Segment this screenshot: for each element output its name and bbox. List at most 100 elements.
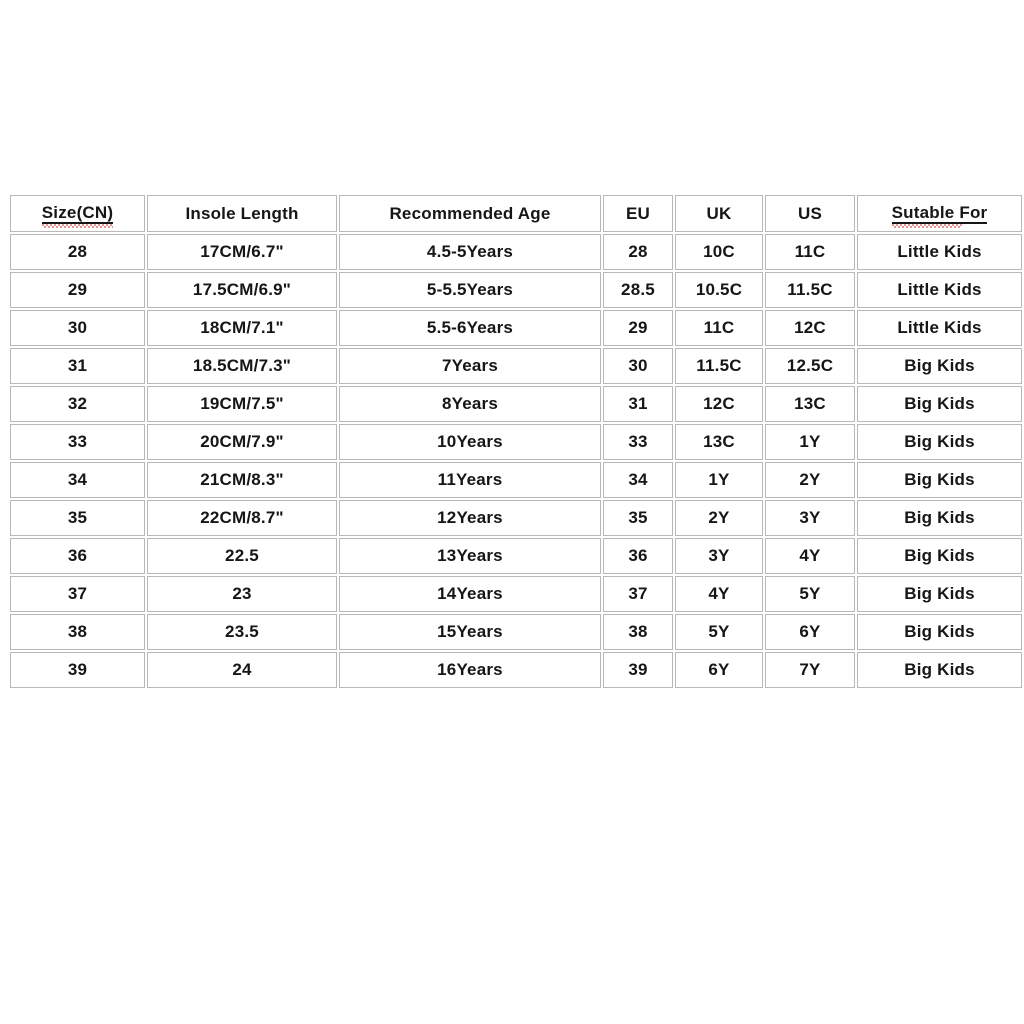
cell-suitable: Big Kids (857, 538, 1022, 574)
cell-insole: 18.5CM/7.3" (147, 348, 337, 384)
cell-eu: 33 (603, 424, 673, 460)
cell-insole: 23.5 (147, 614, 337, 650)
cell-size_cn: 33 (10, 424, 145, 460)
column-header-size_cn: Size(CN) (10, 195, 145, 232)
table-header: Size(CN) Insole Length Recommended Age EU UK… (10, 195, 1022, 232)
cell-insole: 20CM/7.9" (147, 424, 337, 460)
cell-uk: 3Y (675, 538, 763, 574)
cell-us: 12.5C (765, 348, 855, 384)
cell-us: 3Y (765, 500, 855, 536)
table-row: 39 24 16Years 39 6Y 7Y Big Kids (10, 652, 1022, 688)
column-header-insole: Insole Length (147, 195, 337, 232)
cell-size_cn: 28 (10, 234, 145, 270)
cell-eu: 38 (603, 614, 673, 650)
table-row: 38 23.5 15Years 38 5Y 6Y Big Kids (10, 614, 1022, 650)
cell-insole: 18CM/7.1" (147, 310, 337, 346)
cell-size_cn: 36 (10, 538, 145, 574)
column-header-eu: EU (603, 195, 673, 232)
cell-us: 2Y (765, 462, 855, 498)
table-row: 37 23 14Years 37 4Y 5Y Big Kids (10, 576, 1022, 612)
cell-size_cn: 34 (10, 462, 145, 498)
column-header-label: UK (706, 203, 732, 223)
cell-eu: 28 (603, 234, 673, 270)
cell-eu: 29 (603, 310, 673, 346)
cell-insole: 17CM/6.7" (147, 234, 337, 270)
cell-insole: 19CM/7.5" (147, 386, 337, 422)
cell-insole: 17.5CM/6.9" (147, 272, 337, 308)
cell-age: 4.5-5Years (339, 234, 601, 270)
cell-eu: 35 (603, 500, 673, 536)
cell-insole: 21CM/8.3" (147, 462, 337, 498)
cell-suitable: Big Kids (857, 614, 1022, 650)
cell-uk: 11C (675, 310, 763, 346)
cell-suitable: Big Kids (857, 576, 1022, 612)
cell-eu: 31 (603, 386, 673, 422)
cell-age: 10Years (339, 424, 601, 460)
cell-suitable: Little Kids (857, 234, 1022, 270)
column-header-uk: UK (675, 195, 763, 232)
cell-us: 11C (765, 234, 855, 270)
cell-uk: 13C (675, 424, 763, 460)
cell-uk: 2Y (675, 500, 763, 536)
cell-suitable: Little Kids (857, 272, 1022, 308)
cell-uk: 10C (675, 234, 763, 270)
cell-eu: 34 (603, 462, 673, 498)
cell-age: 11Years (339, 462, 601, 498)
column-header-label: US (797, 203, 823, 223)
column-header-label: Recommended Age (389, 203, 551, 223)
table-row: 32 19CM/7.5" 8Years 31 12C 13C Big Kids (10, 386, 1022, 422)
shoe-size-conversion-table: Size(CN) Insole Length Recommended Age EU UK… (8, 193, 1024, 690)
column-header-label: Insole Length (185, 203, 299, 223)
column-header-label: EU (625, 203, 651, 223)
cell-insole: 24 (147, 652, 337, 688)
cell-size_cn: 35 (10, 500, 145, 536)
table-row: 36 22.5 13Years 36 3Y 4Y Big Kids (10, 538, 1022, 574)
cell-uk: 5Y (675, 614, 763, 650)
cell-eu: 36 (603, 538, 673, 574)
cell-insole: 22CM/8.7" (147, 500, 337, 536)
cell-size_cn: 32 (10, 386, 145, 422)
cell-us: 11.5C (765, 272, 855, 308)
column-header-suitable: Sutable For (857, 195, 1022, 232)
cell-suitable: Big Kids (857, 386, 1022, 422)
column-header-us: US (765, 195, 855, 232)
cell-uk: 12C (675, 386, 763, 422)
cell-us: 4Y (765, 538, 855, 574)
cell-us: 6Y (765, 614, 855, 650)
cell-age: 16Years (339, 652, 601, 688)
cell-size_cn: 39 (10, 652, 145, 688)
table-row: 33 20CM/7.9" 10Years 33 13C 1Y Big Kids (10, 424, 1022, 460)
cell-eu: 30 (603, 348, 673, 384)
table-row: 35 22CM/8.7" 12Years 35 2Y 3Y Big Kids (10, 500, 1022, 536)
cell-suitable: Big Kids (857, 652, 1022, 688)
table-body: 28 17CM/6.7" 4.5-5Years 28 10C 11C Little Kids… (10, 234, 1022, 688)
cell-us: 7Y (765, 652, 855, 688)
table-row: 31 18.5CM/7.3" 7Years 30 11.5C 12.5C Big Kids (10, 348, 1022, 384)
cell-suitable: Big Kids (857, 500, 1022, 536)
cell-insole: 23 (147, 576, 337, 612)
cell-uk: 11.5C (675, 348, 763, 384)
column-header-label: Size(CN) (41, 203, 114, 229)
cell-us: 13C (765, 386, 855, 422)
cell-us: 5Y (765, 576, 855, 612)
cell-size_cn: 38 (10, 614, 145, 650)
cell-age: 5-5.5Years (339, 272, 601, 308)
cell-suitable: Little Kids (857, 310, 1022, 346)
table-row: 28 17CM/6.7" 4.5-5Years 28 10C 11C Little Kids (10, 234, 1022, 270)
cell-age: 15Years (339, 614, 601, 650)
cell-age: 8Years (339, 386, 601, 422)
column-header-label: Sutable For (891, 203, 988, 229)
cell-age: 12Years (339, 500, 601, 536)
cell-age: 5.5-6Years (339, 310, 601, 346)
cell-us: 12C (765, 310, 855, 346)
cell-eu: 28.5 (603, 272, 673, 308)
cell-eu: 37 (603, 576, 673, 612)
cell-suitable: Big Kids (857, 348, 1022, 384)
table-header-row: Size(CN) Insole Length Recommended Age EU UK… (10, 195, 1022, 232)
column-header-age: Recommended Age (339, 195, 601, 232)
table-row: 29 17.5CM/6.9" 5-5.5Years 28.5 10.5C 11.5C Lit… (10, 272, 1022, 308)
cell-uk: 1Y (675, 462, 763, 498)
cell-size_cn: 29 (10, 272, 145, 308)
cell-uk: 6Y (675, 652, 763, 688)
cell-suitable: Big Kids (857, 424, 1022, 460)
